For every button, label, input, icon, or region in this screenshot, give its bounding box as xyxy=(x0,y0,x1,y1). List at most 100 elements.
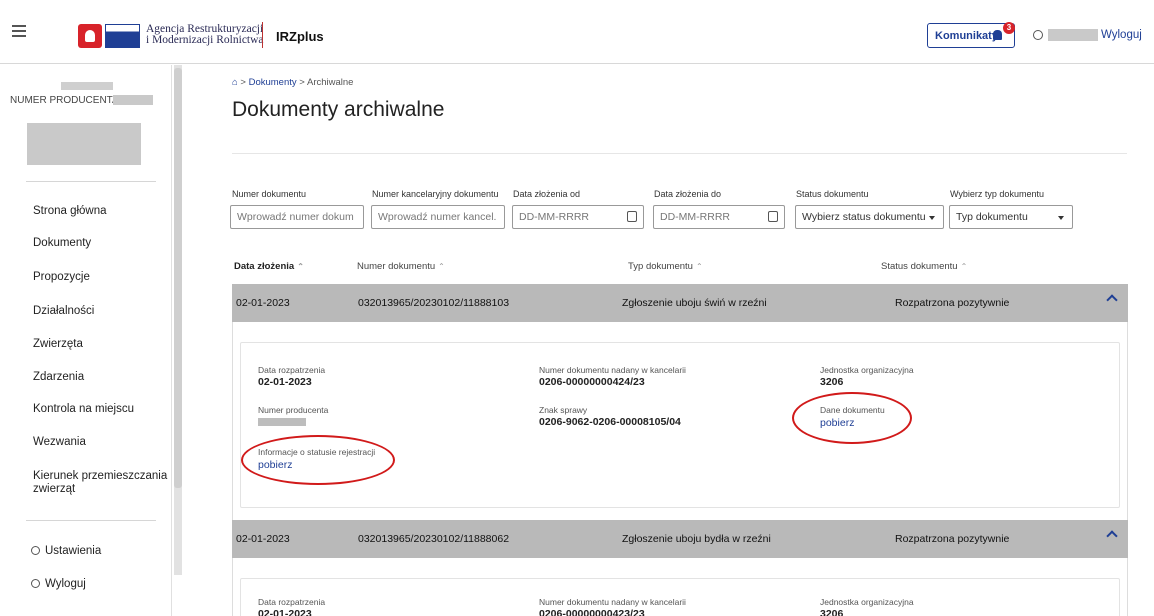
agency-line2: i Modernizacji Rolnictwa xyxy=(146,34,264,46)
breadcrumb: ⌂ > Dokumenty > Archiwalne xyxy=(232,77,353,88)
producer-number-detail-label: Numer producenta xyxy=(258,405,329,415)
status-placeholder: Wybierz status dokumentu xyxy=(802,211,926,223)
sidebar-item-home[interactable]: Strona główna xyxy=(33,205,107,217)
settings-label: Ustawienia xyxy=(45,545,102,557)
status-label: Status dokumentu xyxy=(796,189,869,199)
breadcrumb-separator: > xyxy=(240,77,246,88)
home-icon[interactable]: ⌂ xyxy=(232,77,238,88)
highlight-ellipse xyxy=(241,435,395,485)
decision-date-label: Data rozpatrzenia xyxy=(258,365,326,375)
row-type: Zgłoszenie uboju świń w rzeźni xyxy=(622,297,767,309)
date-to-input[interactable]: DD-MM-RRRR xyxy=(653,205,785,229)
column-header-number-label: Numer dokumentu xyxy=(357,261,436,272)
office-number-detail-value: 0206-00000000424/23 xyxy=(539,376,645,388)
chevron-up-icon[interactable] xyxy=(1106,294,1118,306)
type-label: Wybierz typ dokumentu xyxy=(950,189,1044,199)
office-number-input[interactable]: Wprowadź numer kancel. xyxy=(371,205,505,229)
row-status: Rozpatrzona pozytywnie xyxy=(895,297,1010,309)
user-icon xyxy=(1033,30,1043,40)
office-number-detail-label: Numer dokumentu nadany w kancelarii xyxy=(539,365,686,375)
sidebar-item-events[interactable]: Zdarzenia xyxy=(33,371,84,383)
column-header-date[interactable]: Data złożenia ⌃ xyxy=(234,261,304,272)
notifications-button[interactable]: Komunikaty 3 xyxy=(927,22,1015,48)
doc-number-input[interactable]: Wprowadź numer dokum xyxy=(230,205,364,229)
notifications-label: Komunikaty xyxy=(935,30,998,42)
sidebar-item-activities[interactable]: Działalności xyxy=(33,305,94,317)
sidebar-scroll-thumb[interactable] xyxy=(174,68,182,488)
sidebar-item-summons[interactable]: Wezwania xyxy=(33,436,86,448)
unit-value: 3206 xyxy=(820,376,844,388)
calendar-icon[interactable] xyxy=(768,211,778,222)
sidebar-item-settings[interactable]: Ustawienia xyxy=(31,545,101,557)
calendar-icon[interactable] xyxy=(627,211,637,222)
type-select[interactable]: Typ dokumentu xyxy=(949,205,1073,229)
row-number: 032013965/20230102/11888103 xyxy=(358,297,510,309)
eagle-emblem xyxy=(78,24,102,48)
sidebar-item-proposals[interactable]: Propozycje xyxy=(33,271,90,283)
sidebar-item-movement-line1[interactable]: Kierunek przemieszczania xyxy=(33,470,167,482)
page-title: Dokumenty archiwalne xyxy=(232,98,445,121)
sidebar-item-documents[interactable]: Dokumenty xyxy=(33,237,91,249)
decision-date-value: 02-01-2023 xyxy=(258,376,312,388)
user-icon xyxy=(31,579,40,588)
decision-date-label: Data rozpatrzenia xyxy=(258,597,326,607)
date-from-input[interactable]: DD-MM-RRRR xyxy=(512,205,644,229)
gear-icon xyxy=(31,546,40,555)
arimr-mark xyxy=(104,24,140,48)
sidebar-divider-bottom xyxy=(26,520,156,521)
agency-name: Agencja Restrukturyzacji i Modernizacji … xyxy=(146,23,264,46)
sidebar-item-logout[interactable]: Wyloguj xyxy=(31,578,86,590)
column-header-type[interactable]: Typ dokumentu ⌃ xyxy=(628,261,703,272)
column-header-type-label: Typ dokumentu xyxy=(628,261,693,272)
table-row[interactable]: 02-01-2023 032013965/20230102/11888062 Z… xyxy=(232,520,1128,558)
office-number-detail-value: 0206-00000000423/23 xyxy=(539,608,645,616)
chevron-down-icon xyxy=(1058,216,1064,220)
arimr-logo[interactable] xyxy=(78,24,140,48)
doc-number-label: Numer dokumentu xyxy=(232,189,307,199)
sidebar-item-movement-line2[interactable]: zwierząt xyxy=(33,483,75,495)
row-date: 02-01-2023 xyxy=(236,533,290,545)
date-to-label: Data złożenia do xyxy=(654,189,722,199)
notifications-badge: 3 xyxy=(1003,22,1015,34)
row-number: 032013965/20230102/11888062 xyxy=(358,533,510,545)
date-to-placeholder: DD-MM-RRRR xyxy=(660,211,730,223)
unit-label: Jednostka organizacyjna xyxy=(820,365,914,375)
sidebar-item-inspection[interactable]: Kontrola na miejscu xyxy=(33,403,134,415)
type-placeholder: Typ dokumentu xyxy=(956,211,1028,223)
sort-icon: ⌃ xyxy=(960,262,968,271)
case-value: 0206-9062-0206-00008105/04 xyxy=(539,416,681,428)
row-status: Rozpatrzona pozytywnie xyxy=(895,533,1010,545)
date-from-label: Data złożenia od xyxy=(513,189,581,199)
column-header-date-label: Data złożenia xyxy=(234,261,295,272)
unit-label: Jednostka organizacyjna xyxy=(820,597,914,607)
producer-address-redacted xyxy=(27,123,141,165)
column-header-status[interactable]: Status dokumentu ⌃ xyxy=(881,261,967,272)
producer-number-redacted xyxy=(113,95,153,105)
unit-value: 3206 xyxy=(820,608,844,616)
date-from-placeholder: DD-MM-RRRR xyxy=(519,211,589,223)
table-row[interactable]: 02-01-2023 032013965/20230102/11888103 Z… xyxy=(232,284,1128,322)
breadcrumb-documents[interactable]: Dokumenty xyxy=(249,77,297,88)
logout-label: Wyloguj xyxy=(45,578,86,590)
office-number-label: Numer kancelaryjny dokumentu xyxy=(372,189,499,199)
header-divider xyxy=(262,22,263,48)
menu-icon[interactable] xyxy=(12,25,26,37)
app-name: IRZplus xyxy=(276,29,324,44)
breadcrumb-archive: Archiwalne xyxy=(306,77,354,88)
sort-icon: ⌃ xyxy=(695,262,703,271)
logout-link[interactable]: Wyloguj xyxy=(1101,29,1142,41)
column-header-status-label: Status dokumentu xyxy=(881,261,958,272)
row-type: Zgłoszenie uboju bydła w rzeźni xyxy=(622,533,771,545)
sidebar-item-animals[interactable]: Zwierzęta xyxy=(33,338,83,350)
top-bar: Agencja Restrukturyzacji i Modernizacji … xyxy=(0,0,1154,64)
office-number-detail-label: Numer dokumentu nadany w kancelarii xyxy=(539,597,686,607)
producer-number-redacted xyxy=(258,418,306,426)
producer-name-redacted xyxy=(61,82,113,90)
producer-number-label: NUMER PRODUCENTA: xyxy=(10,95,122,106)
decision-date-value: 02-01-2023 xyxy=(258,608,312,616)
case-label: Znak sprawy xyxy=(539,405,588,415)
chevron-up-icon[interactable] xyxy=(1106,530,1118,542)
column-header-number[interactable]: Numer dokumentu ⌃ xyxy=(357,261,445,272)
status-select[interactable]: Wybierz status dokumentu xyxy=(795,205,944,229)
highlight-ellipse xyxy=(792,392,912,444)
